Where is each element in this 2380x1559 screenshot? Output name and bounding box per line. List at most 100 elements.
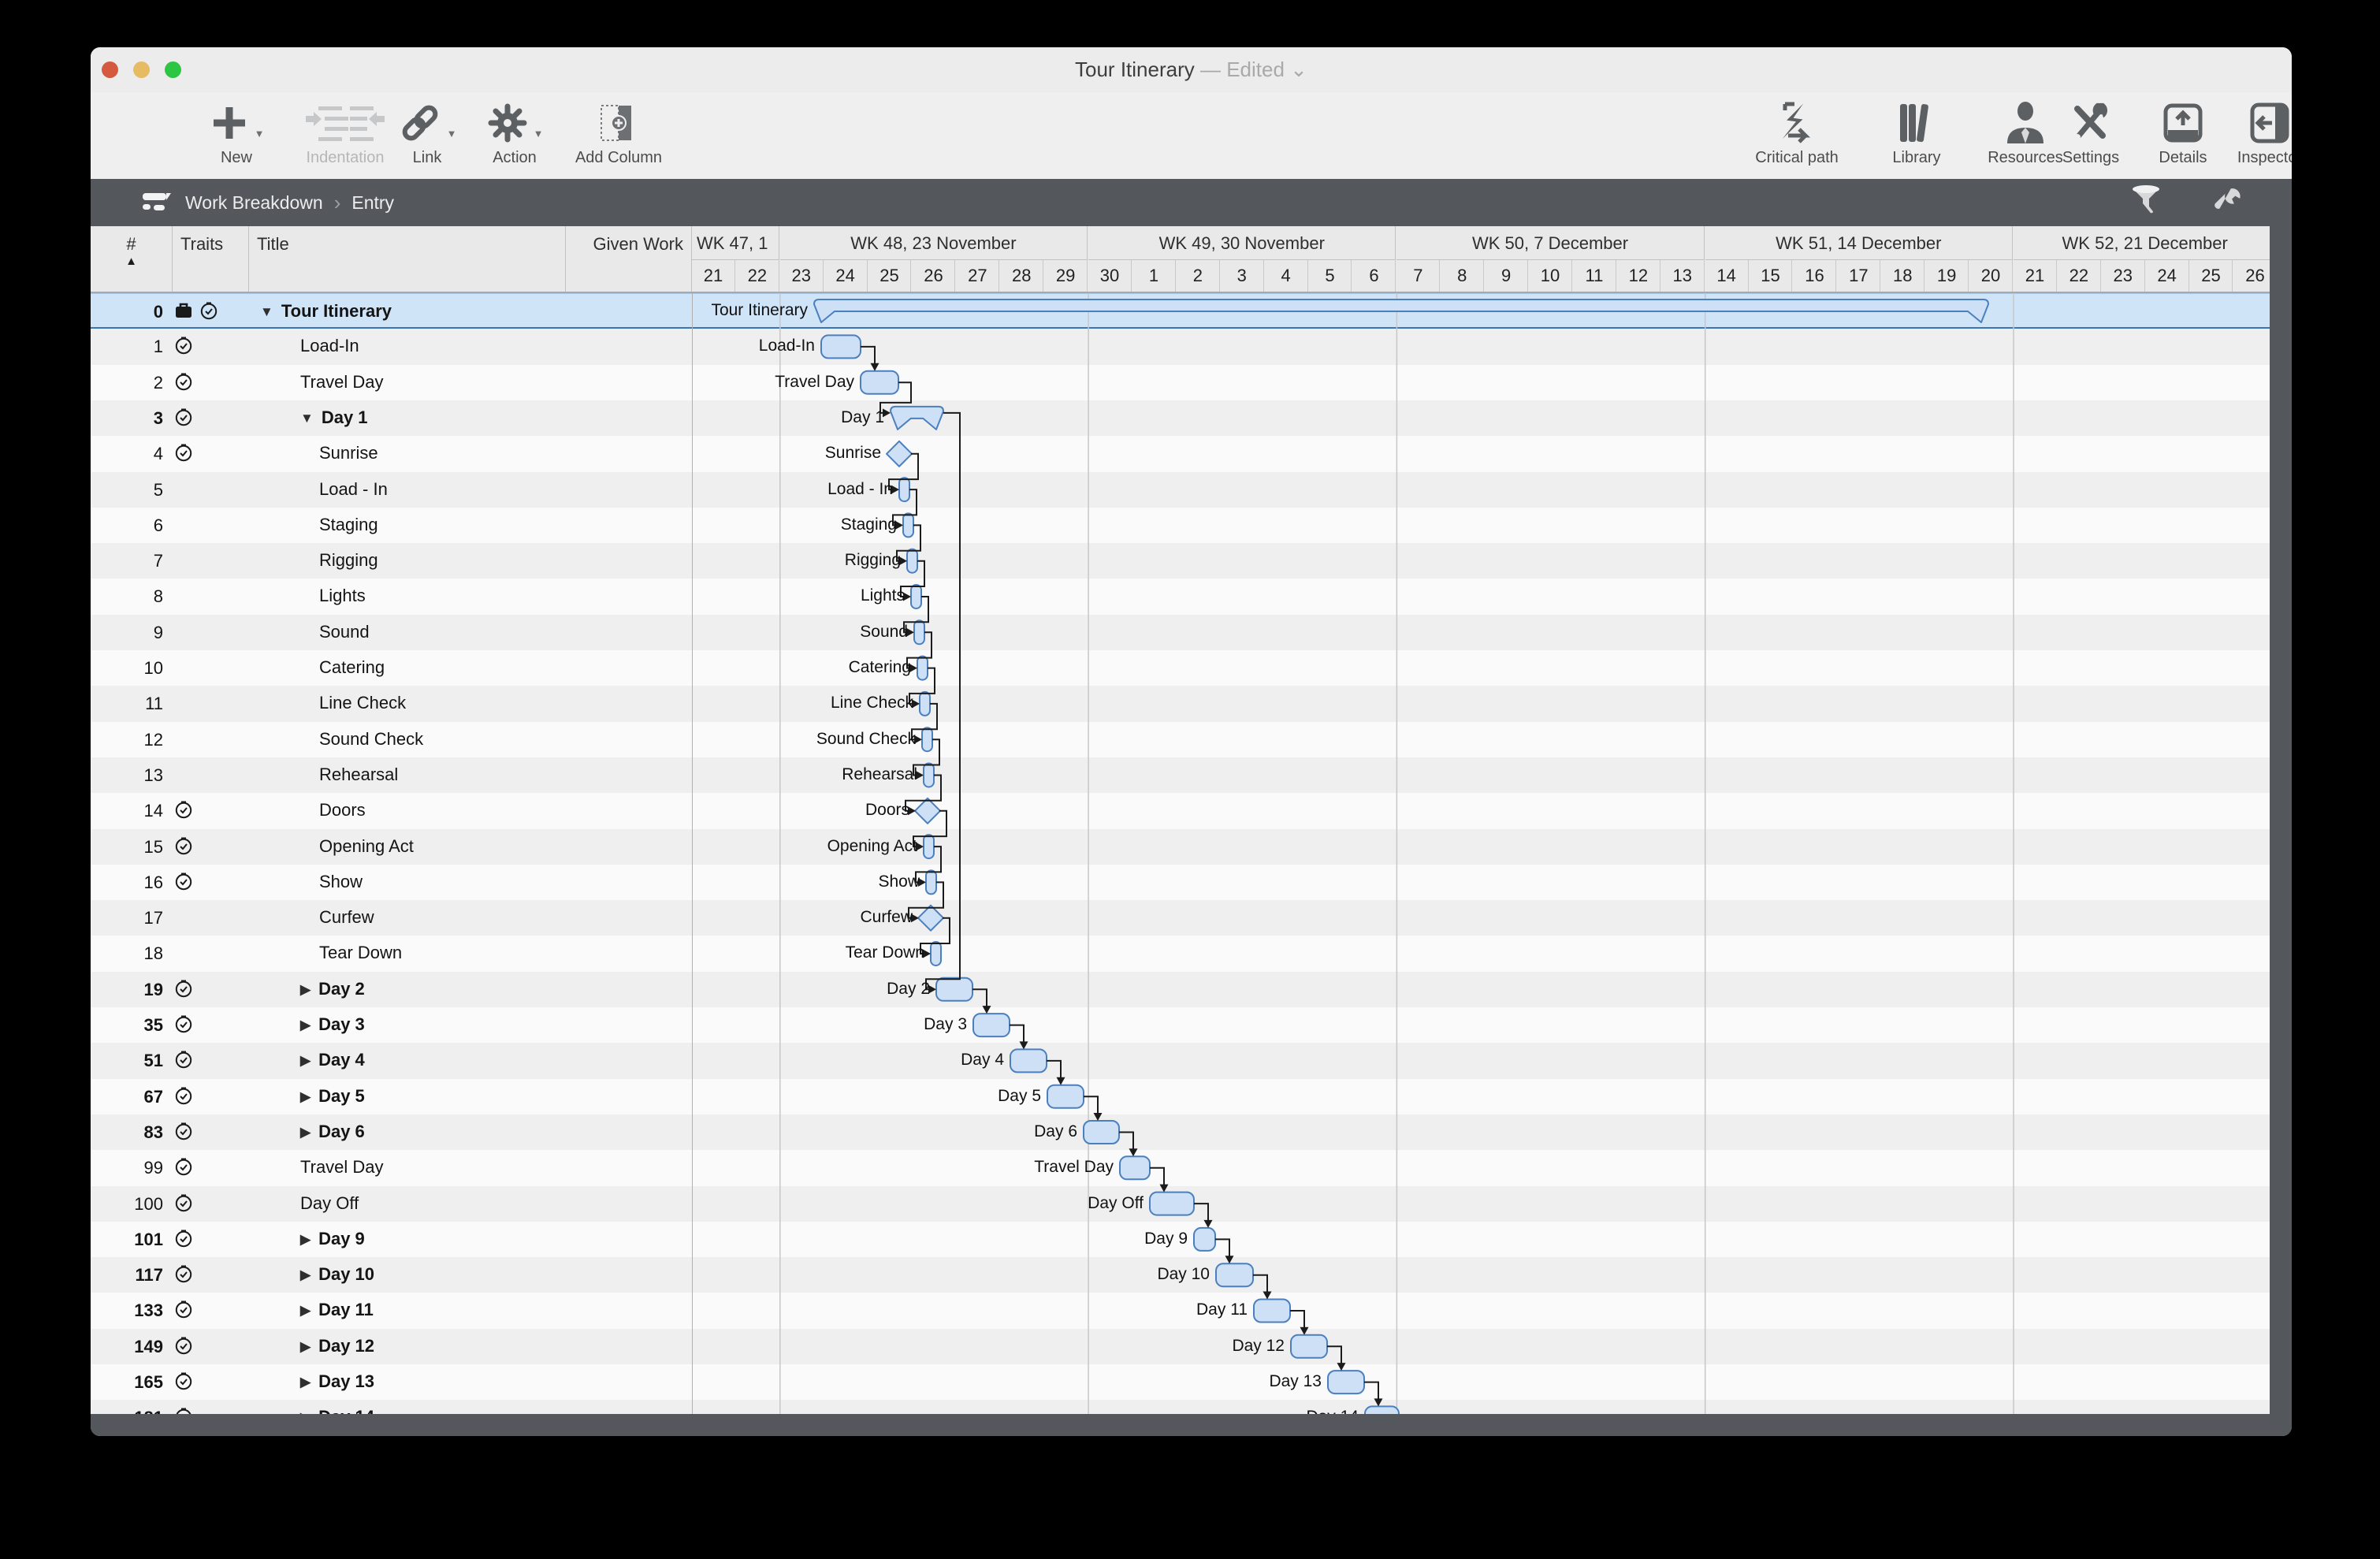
disclosure-collapsed-icon[interactable]: ▶ xyxy=(300,1053,311,1069)
task-title[interactable]: Sound xyxy=(319,622,370,642)
column-header-traits[interactable]: Traits xyxy=(173,226,249,292)
task-title[interactable]: Catering xyxy=(319,657,385,678)
task-title[interactable]: Opening Act xyxy=(319,836,414,857)
disclosure-expanded-icon[interactable]: ▼ xyxy=(260,304,273,320)
gantt-task-bar[interactable] xyxy=(1010,1049,1047,1072)
gantt-task-bar[interactable] xyxy=(1194,1228,1215,1251)
dropdown-arrow-icon[interactable]: ▼ xyxy=(447,128,457,147)
gantt-task-bar[interactable] xyxy=(861,371,898,394)
disclosure-collapsed-icon[interactable]: ▶ xyxy=(300,982,311,998)
task-title[interactable]: ▶Day 14 xyxy=(300,1407,374,1414)
task-title[interactable]: Staging xyxy=(319,515,378,535)
add-column-button[interactable]: Add Column xyxy=(563,99,674,167)
gantt-task-bar[interactable] xyxy=(1328,1371,1364,1393)
gantt-group-bar[interactable] xyxy=(891,407,943,430)
task-title[interactable]: ▶Day 3 xyxy=(300,1014,365,1035)
gantt-task-bar[interactable] xyxy=(922,727,932,751)
task-title[interactable]: Doors xyxy=(319,800,366,820)
gantt-task-bar[interactable] xyxy=(936,978,972,1001)
gantt-task-bar[interactable] xyxy=(1047,1085,1084,1108)
gantt-task-bar[interactable] xyxy=(911,585,921,608)
task-title[interactable]: Load - In xyxy=(319,479,388,500)
gantt-task-bar[interactable] xyxy=(1084,1121,1119,1144)
task-title[interactable]: Show xyxy=(319,872,363,892)
library-button[interactable]: Library xyxy=(1873,99,1960,167)
gantt-task-bar[interactable] xyxy=(1291,1335,1327,1358)
task-title[interactable]: Rigging xyxy=(319,550,378,571)
task-title[interactable]: ▶Day 12 xyxy=(300,1336,374,1356)
action-button[interactable]: ▼ Action xyxy=(467,99,562,167)
disclosure-collapsed-icon[interactable]: ▶ xyxy=(300,1018,311,1033)
dropdown-arrow-icon[interactable]: ▼ xyxy=(534,128,544,147)
gantt-milestone-diamond[interactable] xyxy=(887,441,912,467)
gantt-task-bar[interactable] xyxy=(903,513,913,537)
disclosure-collapsed-icon[interactable]: ▶ xyxy=(300,1303,311,1319)
inspector-button[interactable]: Inspector xyxy=(2218,99,2292,167)
task-title[interactable]: Travel Day xyxy=(300,1157,384,1178)
task-title[interactable]: ▼Tour Itinerary xyxy=(260,301,392,322)
breadcrumb-item-entry[interactable]: Entry xyxy=(351,192,394,214)
gantt-task-bar[interactable] xyxy=(1254,1300,1290,1323)
task-title[interactable]: Lights xyxy=(319,586,366,606)
task-title[interactable]: Rehearsal xyxy=(319,765,398,785)
gantt-milestone-diamond[interactable] xyxy=(918,906,943,931)
column-header-given-work[interactable]: Given Work xyxy=(566,226,692,292)
chevron-down-icon[interactable]: ⌄ xyxy=(1290,58,1307,81)
gantt-task-bar[interactable] xyxy=(931,942,941,966)
connector-arrowhead xyxy=(1263,1292,1272,1300)
details-button[interactable]: Details xyxy=(2140,99,2226,167)
task-title[interactable]: Line Check xyxy=(319,693,406,713)
gantt-task-bar[interactable] xyxy=(920,692,930,716)
disclosure-collapsed-icon[interactable]: ▶ xyxy=(300,1125,311,1140)
gantt-task-bar[interactable] xyxy=(917,657,928,680)
gantt-task-bar[interactable] xyxy=(973,1014,1010,1036)
gantt-task-bar[interactable] xyxy=(1216,1263,1253,1286)
disclosure-expanded-icon[interactable]: ▼ xyxy=(300,411,314,426)
gantt-task-bar[interactable] xyxy=(1150,1193,1194,1215)
disclosure-collapsed-icon[interactable]: ▶ xyxy=(300,1267,311,1283)
task-title[interactable]: Day Off xyxy=(300,1193,359,1214)
critical-path-button[interactable]: Critical path xyxy=(1738,99,1856,167)
task-title[interactable]: Tear Down xyxy=(319,943,402,963)
gantt-task-bar[interactable] xyxy=(899,478,909,501)
task-title[interactable]: ▶Day 9 xyxy=(300,1229,365,1249)
gantt-bar-label: Lights xyxy=(692,586,905,605)
link-button[interactable]: ▼ Link xyxy=(384,99,470,167)
task-title[interactable]: Sunrise xyxy=(319,443,378,463)
dropdown-arrow-icon[interactable]: ▼ xyxy=(255,128,265,147)
task-title[interactable]: Sound Check xyxy=(319,729,423,750)
task-title[interactable]: ▶Day 4 xyxy=(300,1050,365,1070)
gantt-task-bar[interactable] xyxy=(1120,1156,1150,1179)
disclosure-collapsed-icon[interactable]: ▶ xyxy=(300,1089,311,1105)
gantt-task-bar[interactable] xyxy=(1365,1406,1399,1414)
task-title[interactable]: Travel Day xyxy=(300,372,384,393)
wrench-icon[interactable] xyxy=(2208,184,2244,222)
gantt-task-bar[interactable] xyxy=(907,549,917,573)
gantt-task-bar[interactable] xyxy=(924,835,934,858)
task-title[interactable]: ▶Day 6 xyxy=(300,1122,365,1142)
task-title[interactable]: ▶Day 10 xyxy=(300,1264,374,1285)
gantt-task-bar[interactable] xyxy=(821,335,861,358)
task-title[interactable]: ▶Day 11 xyxy=(300,1300,374,1320)
breadcrumb-item-work-breakdown[interactable]: Work Breakdown xyxy=(185,192,323,214)
disclosure-collapsed-icon[interactable]: ▶ xyxy=(300,1339,311,1355)
gantt-task-bar[interactable] xyxy=(926,870,936,894)
disclosure-collapsed-icon[interactable]: ▶ xyxy=(300,1375,311,1390)
gantt-group-bar[interactable] xyxy=(814,300,1988,322)
task-title[interactable]: Load-In xyxy=(300,336,359,356)
task-title[interactable]: ▶Day 5 xyxy=(300,1086,365,1107)
gantt-milestone-diamond[interactable] xyxy=(915,798,940,824)
disclosure-collapsed-icon[interactable]: ▶ xyxy=(300,1232,311,1248)
settings-button[interactable]: Settings xyxy=(2043,99,2138,167)
gantt-task-bar[interactable] xyxy=(924,764,934,787)
task-title[interactable]: ▶Day 13 xyxy=(300,1371,374,1392)
new-button[interactable]: ▼ New xyxy=(193,99,280,167)
title-bar[interactable]: Tour Itinerary — Edited ⌄ xyxy=(91,47,2292,93)
task-title[interactable]: Curfew xyxy=(319,907,374,928)
filter-funnel-icon[interactable] xyxy=(2128,184,2164,222)
task-title[interactable]: ▶Day 2 xyxy=(300,979,365,999)
task-title[interactable]: ▼Day 1 xyxy=(300,407,368,428)
column-header-number[interactable]: # ▲ xyxy=(91,226,173,292)
column-header-title[interactable]: Title xyxy=(249,226,566,292)
gantt-task-bar[interactable] xyxy=(914,620,924,644)
